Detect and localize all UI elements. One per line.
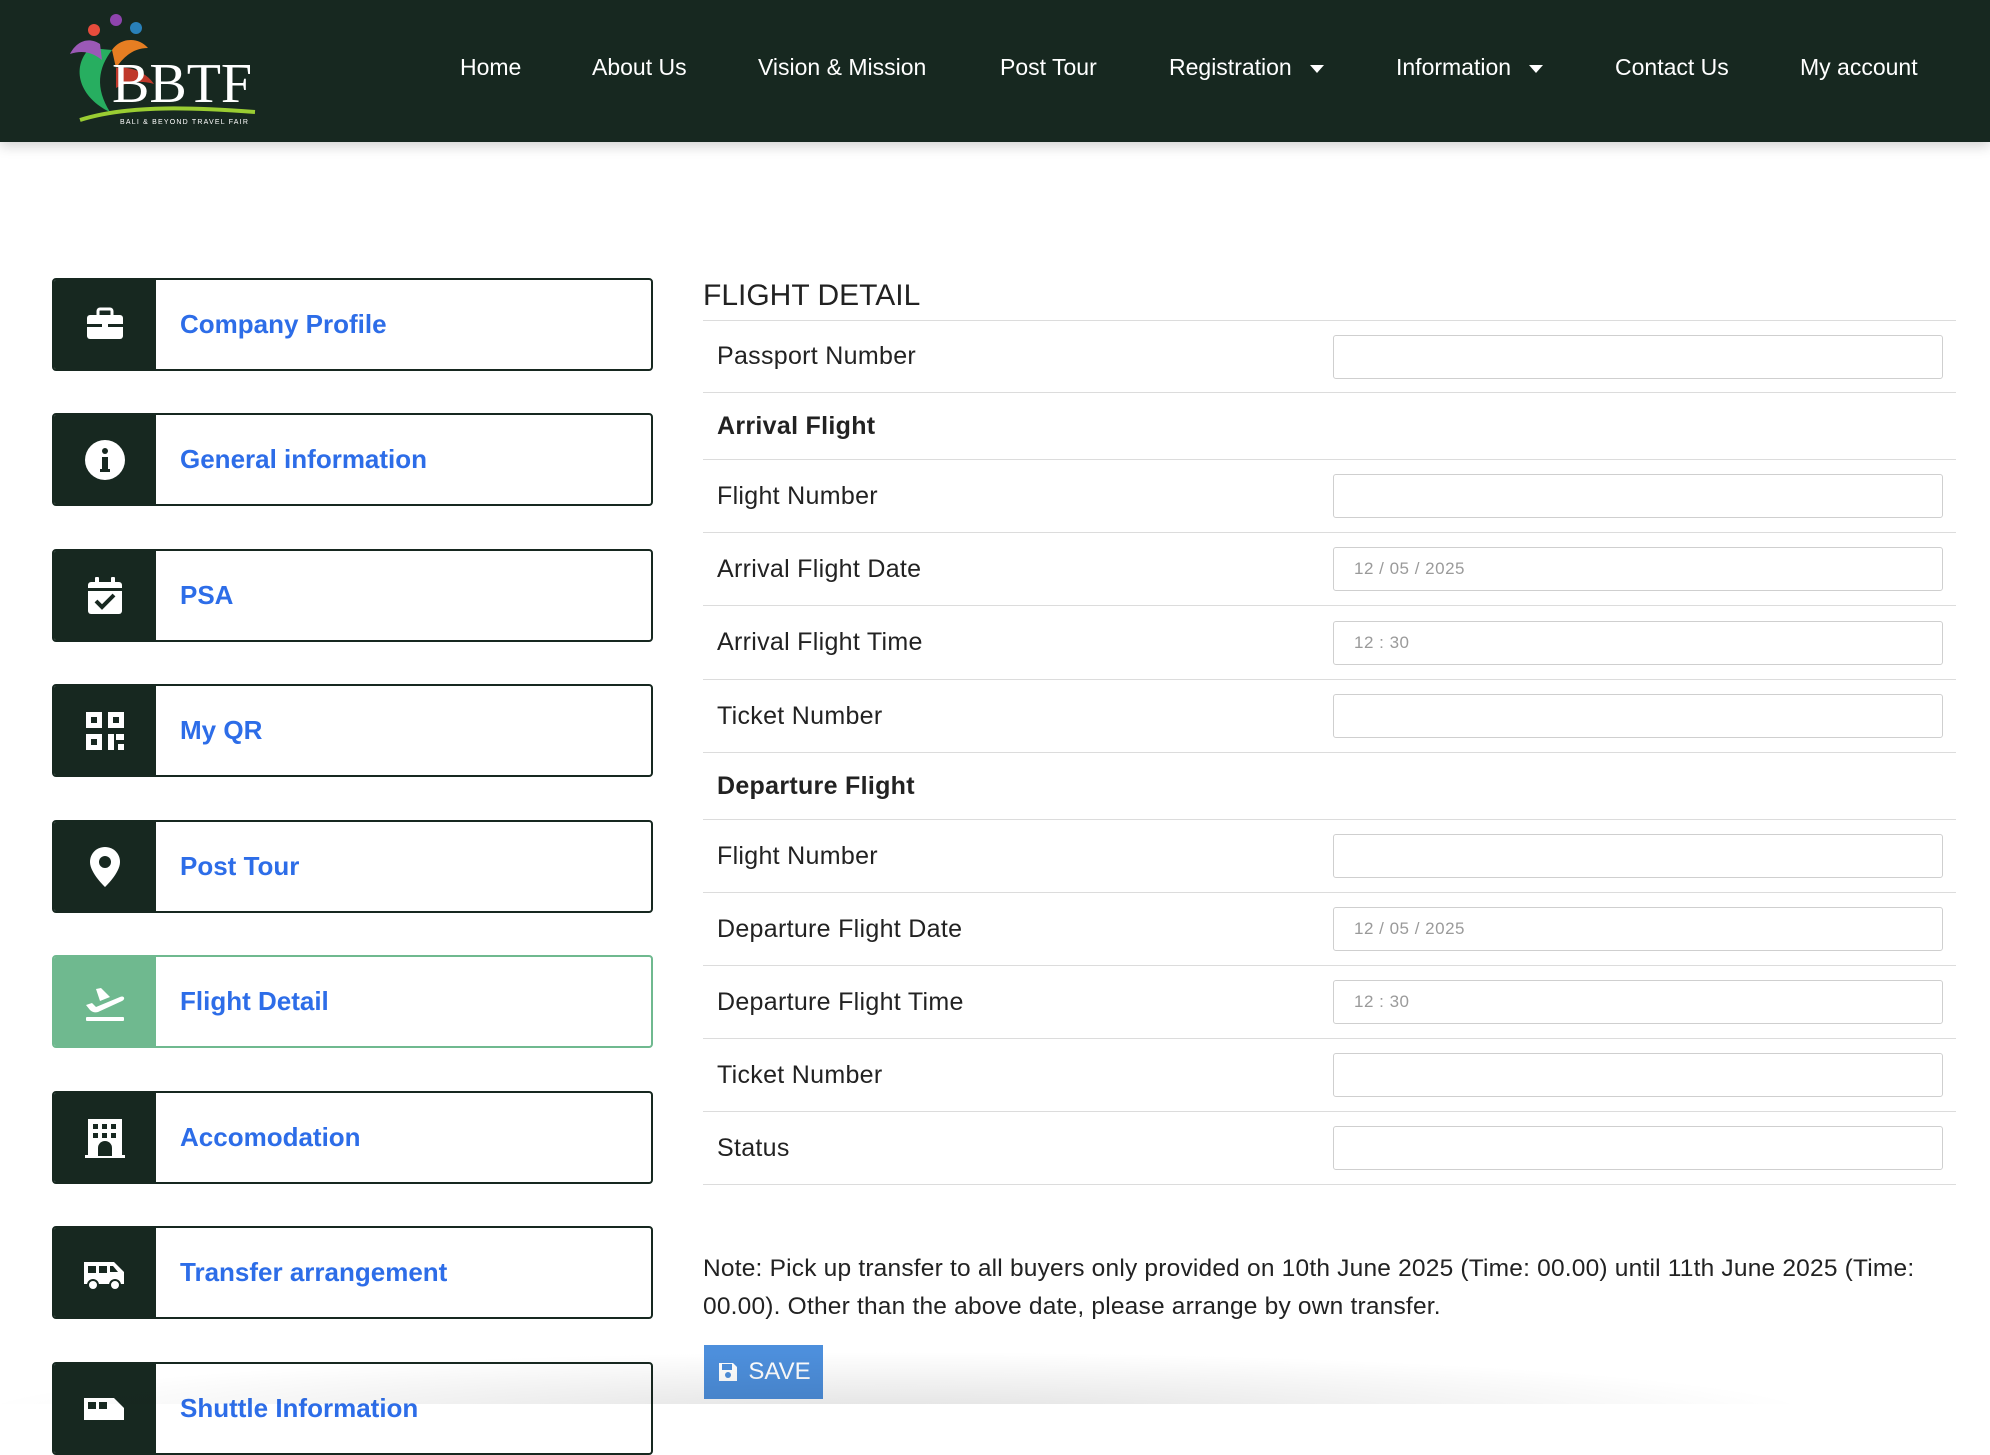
sidebar-item-label: My QR [180, 715, 263, 745]
departure-heading-row: Departure Flight [703, 753, 1956, 820]
sidebar-item-transfer-arrangement[interactable]: Transfer arrangement [52, 1226, 653, 1319]
departure-flight-number-input[interactable] [1333, 834, 1943, 878]
briefcase-icon [54, 280, 156, 369]
caret-down-icon [1529, 64, 1544, 73]
status-input[interactable] [1333, 1126, 1943, 1170]
nav-home[interactable]: Home [460, 0, 521, 134]
calendar-check-icon [54, 551, 156, 640]
sidebar-item-label: Flight Detail [180, 986, 329, 1016]
arrival-flight-number-input[interactable] [1333, 474, 1943, 518]
arrival-flight-number-label: Flight Number [717, 481, 878, 510]
sidebar-item-psa[interactable]: PSA [52, 549, 653, 642]
departure-date-label: Departure Flight Date [717, 914, 963, 943]
logo-mark-icon: BBTF BALI & BEYOND TRAVEL FAIR [70, 14, 256, 126]
nav-vision-mission[interactable]: Vision & Mission [758, 0, 926, 134]
sidebar-item-label: Company Profile [180, 309, 387, 339]
arrival-ticket-number-input[interactable] [1333, 694, 1943, 738]
van-icon [54, 1228, 156, 1317]
arrival-date-label: Arrival Flight Date [717, 554, 922, 583]
hotel-icon [54, 1093, 156, 1182]
arrival-time-row: Arrival Flight Time [703, 606, 1956, 680]
site-header: BBTF BALI & BEYOND TRAVEL FAIR Home Abou… [0, 0, 1990, 142]
bbtf-logo[interactable]: BBTF BALI & BEYOND TRAVEL FAIR [50, 8, 260, 134]
nav-contact-us[interactable]: Contact Us [1615, 0, 1729, 134]
status-row: Status [703, 1112, 1956, 1185]
departure-flight-heading: Departure Flight [717, 771, 915, 800]
nav-my-account[interactable]: My account [1800, 0, 1918, 134]
arrival-time-label: Arrival Flight Time [717, 628, 923, 656]
departure-flight-number-label: Flight Number [717, 841, 878, 870]
departure-time-input[interactable] [1333, 980, 1943, 1024]
info-icon [54, 415, 156, 504]
sidebar-item-label: General information [180, 444, 428, 474]
arrival-ticket-label: Ticket Number [717, 701, 883, 730]
departure-ticket-label: Ticket Number [717, 1060, 883, 1089]
nav-registration[interactable]: Registration [1169, 0, 1324, 134]
save-button[interactable]: SAVE [704, 1345, 823, 1399]
flight-detail-form: FLIGHT DETAIL Passport Number Arrival Fl… [703, 272, 1956, 1185]
sidebar-item-post-tour[interactable]: Post Tour [52, 820, 653, 913]
departure-time-label: Departure Flight Time [717, 987, 964, 1016]
map-pin-icon [54, 822, 156, 911]
sidebar-item-company-profile[interactable]: Company Profile [52, 278, 653, 371]
floppy-disk-icon [719, 1363, 738, 1381]
departure-time-row: Departure Flight Time [703, 966, 1956, 1039]
nav-post-tour[interactable]: Post Tour [1000, 0, 1097, 134]
arrival-flight-number-row: Flight Number [703, 460, 1956, 533]
caret-down-icon [1309, 64, 1324, 73]
save-button-label: SAVE [748, 1358, 811, 1385]
departure-ticket-number-input[interactable] [1333, 1053, 1943, 1097]
plane-departure-icon [54, 957, 156, 1046]
transfer-note: Note: Pick up transfer to all buyers onl… [703, 1255, 1915, 1320]
sidebar-item-my-qr[interactable]: My QR [52, 684, 653, 777]
arrival-date-input[interactable] [1333, 547, 1943, 591]
sidebar-item-flight-detail[interactable]: Flight Detail [52, 955, 653, 1048]
sidebar-item-general-information[interactable]: General information [52, 413, 653, 506]
sidebar-item-label: Shuttle Information [180, 1393, 419, 1423]
arrival-flight-heading: Arrival Flight [717, 411, 876, 440]
nav-about-us[interactable]: About Us [592, 0, 687, 134]
sidebar-item-label: Accomodation [180, 1122, 361, 1152]
arrival-time-input[interactable] [1333, 620, 1943, 665]
shuttle-icon [54, 1364, 156, 1453]
arrival-heading-row: Arrival Flight [703, 393, 1956, 460]
sidebar-item-accomodation[interactable]: Accomodation [52, 1091, 653, 1184]
departure-flight-number-row: Flight Number [703, 820, 1956, 893]
departure-date-input[interactable] [1333, 907, 1943, 951]
departure-date-row: Departure Flight Date [703, 893, 1956, 966]
sidebar-item-label: Post Tour [180, 851, 300, 881]
arrival-date-row: Arrival Flight Date [703, 533, 1956, 606]
nav-information[interactable]: Information [1396, 0, 1544, 134]
form-title: FLIGHT DETAIL [703, 272, 1956, 321]
status-label: Status [717, 1133, 790, 1162]
arrival-ticket-row: Ticket Number [703, 680, 1956, 753]
sidebar-item-shuttle-information[interactable]: Shuttle Information [52, 1362, 653, 1455]
qr-code-icon [54, 686, 156, 775]
svg-text:BALI & BEYOND TRAVEL FAIR: BALI & BEYOND TRAVEL FAIR [120, 119, 249, 126]
departure-ticket-row: Ticket Number [703, 1039, 1956, 1112]
passport-row: Passport Number [703, 321, 1956, 393]
sidebar-item-label: PSA [180, 580, 234, 610]
passport-number-input[interactable] [1333, 334, 1943, 379]
sidebar-item-label: Transfer arrangement [180, 1257, 448, 1287]
svg-text:BBTF: BBTF [112, 53, 252, 115]
passport-label: Passport Number [717, 342, 917, 370]
